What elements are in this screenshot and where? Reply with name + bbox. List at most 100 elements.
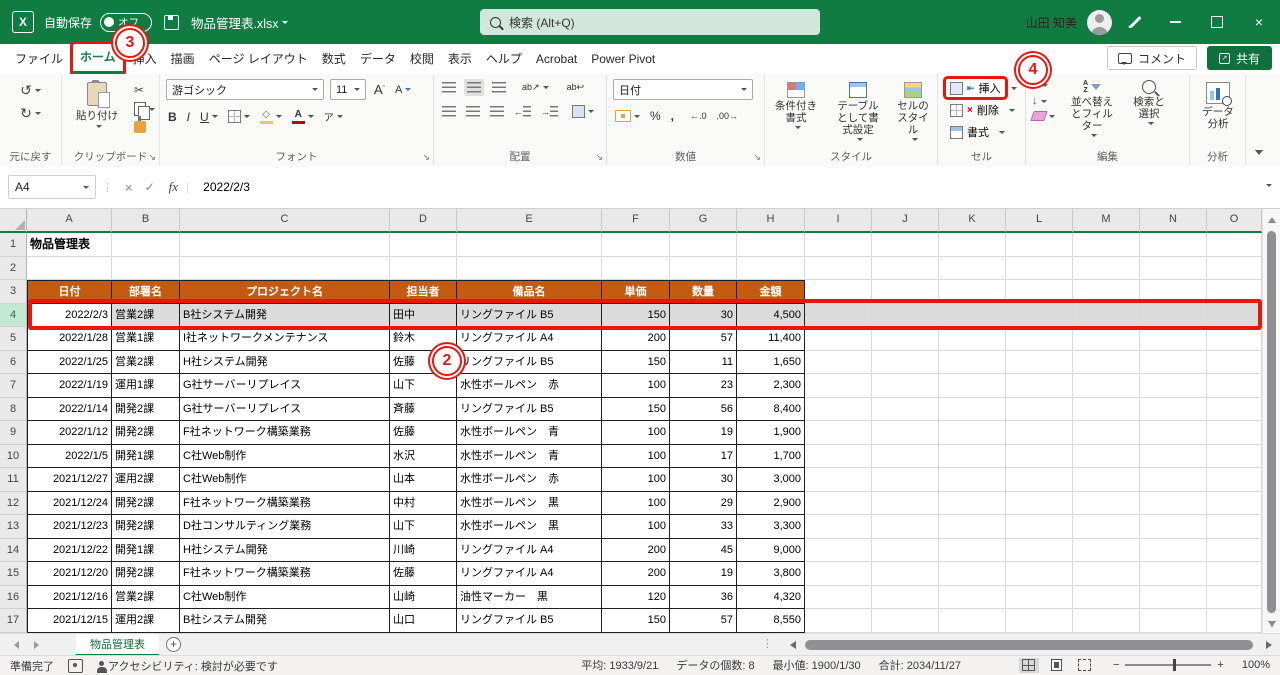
cell-L2[interactable] bbox=[1006, 257, 1073, 281]
cell-M5[interactable] bbox=[1073, 327, 1140, 351]
number-format-select[interactable]: 日付 bbox=[613, 79, 753, 100]
cell-A8[interactable]: 2022/1/14 bbox=[27, 398, 112, 422]
cell-G11[interactable]: 30 bbox=[670, 468, 737, 492]
row-header-5[interactable]: 5 bbox=[0, 327, 27, 351]
search-input[interactable]: 検索 (Alt+Q) bbox=[480, 9, 820, 35]
cell-H9[interactable]: 1,900 bbox=[737, 421, 805, 445]
phonetic-guide-button[interactable]: ア bbox=[322, 109, 345, 124]
cell-O2[interactable] bbox=[1207, 257, 1262, 281]
dialog-launcher-icon[interactable]: ↘ bbox=[422, 152, 430, 163]
cell-I5[interactable] bbox=[805, 327, 872, 351]
cell-K4[interactable] bbox=[939, 304, 1006, 328]
redo-button[interactable]: ↻ bbox=[20, 105, 41, 122]
cell-G13[interactable]: 33 bbox=[670, 515, 737, 539]
normal-view-button[interactable] bbox=[1019, 658, 1039, 673]
cell-H3[interactable]: 金額 bbox=[737, 280, 805, 304]
cell-A10[interactable]: 2022/1/5 bbox=[27, 445, 112, 469]
column-header-M[interactable]: M bbox=[1073, 209, 1140, 233]
format-painter-button[interactable] bbox=[134, 121, 155, 133]
cell-G16[interactable]: 36 bbox=[670, 586, 737, 610]
cell-F11[interactable]: 100 bbox=[602, 468, 670, 492]
title-dropdown-icon[interactable] bbox=[282, 21, 288, 24]
cell-G6[interactable]: 11 bbox=[670, 351, 737, 375]
cell-H17[interactable]: 8,550 bbox=[737, 609, 805, 633]
paste-button[interactable]: 貼り付け bbox=[70, 81, 124, 133]
cell-I14[interactable] bbox=[805, 539, 872, 563]
cell-F7[interactable]: 100 bbox=[602, 374, 670, 398]
row-header-17[interactable]: 17 bbox=[0, 609, 27, 633]
clear-button[interactable] bbox=[1032, 111, 1055, 121]
cell-C12[interactable]: F社ネットワーク構築業務 bbox=[180, 492, 390, 516]
cell-M2[interactable] bbox=[1073, 257, 1140, 281]
cell-C14[interactable]: H社システム開発 bbox=[180, 539, 390, 563]
cell-D3[interactable]: 担当者 bbox=[390, 280, 457, 304]
cell-A9[interactable]: 2022/1/12 bbox=[27, 421, 112, 445]
cell-J5[interactable] bbox=[872, 327, 939, 351]
cell-E8[interactable]: リングファイル B5 bbox=[457, 398, 602, 422]
cell-N6[interactable] bbox=[1140, 351, 1207, 375]
cell-D2[interactable] bbox=[390, 257, 457, 281]
cell-D11[interactable]: 山本 bbox=[390, 468, 457, 492]
row-header-4[interactable]: 4 bbox=[0, 304, 27, 328]
cell-B5[interactable]: 営業1課 bbox=[112, 327, 180, 351]
copy-button[interactable] bbox=[134, 102, 155, 116]
column-header-C[interactable]: C bbox=[180, 209, 390, 233]
align-left-button[interactable] bbox=[440, 106, 458, 117]
cell-B14[interactable]: 開発1課 bbox=[112, 539, 180, 563]
underline-button[interactable]: U bbox=[198, 110, 220, 124]
cell-K16[interactable] bbox=[939, 586, 1006, 610]
cell-I8[interactable] bbox=[805, 398, 872, 422]
column-header-J[interactable]: J bbox=[872, 209, 939, 233]
row-header-12[interactable]: 12 bbox=[0, 492, 27, 516]
cell-H11[interactable]: 3,000 bbox=[737, 468, 805, 492]
ribbon-tab-8[interactable]: 表示 bbox=[441, 44, 479, 74]
cell-O15[interactable] bbox=[1207, 562, 1262, 586]
cell-I1[interactable] bbox=[805, 233, 872, 257]
cell-N16[interactable] bbox=[1140, 586, 1207, 610]
ribbon-tab-4[interactable]: ページ レイアウト bbox=[202, 44, 315, 74]
cell-N2[interactable] bbox=[1140, 257, 1207, 281]
new-sheet-button[interactable]: + bbox=[166, 637, 181, 652]
cell-I17[interactable] bbox=[805, 609, 872, 633]
cell-J3[interactable] bbox=[872, 280, 939, 304]
cell-L4[interactable] bbox=[1006, 304, 1073, 328]
name-box[interactable]: A4 bbox=[8, 175, 96, 199]
cell-D10[interactable]: 水沢 bbox=[390, 445, 457, 469]
scroll-down-icon[interactable] bbox=[1268, 621, 1276, 627]
cell-C2[interactable] bbox=[180, 257, 390, 281]
row-header-11[interactable]: 11 bbox=[0, 468, 27, 492]
cell-O11[interactable] bbox=[1207, 468, 1262, 492]
column-header-O[interactable]: O bbox=[1207, 209, 1262, 233]
format-cells-button[interactable]: 書式 bbox=[946, 123, 993, 141]
cell-J10[interactable] bbox=[872, 445, 939, 469]
cell-F9[interactable]: 100 bbox=[602, 421, 670, 445]
cell-K3[interactable] bbox=[939, 280, 1006, 304]
cell-I13[interactable] bbox=[805, 515, 872, 539]
cell-E12[interactable]: 水性ボールペン 黒 bbox=[457, 492, 602, 516]
cell-H14[interactable]: 9,000 bbox=[737, 539, 805, 563]
align-bottom-button[interactable] bbox=[490, 82, 508, 93]
cell-K11[interactable] bbox=[939, 468, 1006, 492]
cell-K9[interactable] bbox=[939, 421, 1006, 445]
cell-M17[interactable] bbox=[1073, 609, 1140, 633]
cell-E15[interactable]: リングファイル A4 bbox=[457, 562, 602, 586]
font-size-select[interactable]: 11 bbox=[330, 79, 366, 100]
cell-A13[interactable]: 2021/12/23 bbox=[27, 515, 112, 539]
align-middle-button[interactable] bbox=[464, 79, 484, 96]
currency-format-button[interactable] bbox=[613, 110, 642, 122]
cell-N3[interactable] bbox=[1140, 280, 1207, 304]
cell-A3[interactable]: 日付 bbox=[27, 280, 112, 304]
cell-F5[interactable]: 200 bbox=[602, 327, 670, 351]
cell-O6[interactable] bbox=[1207, 351, 1262, 375]
insert-cells-button[interactable]: ⇤ 挿入 bbox=[946, 79, 1005, 97]
cell-H5[interactable]: 11,400 bbox=[737, 327, 805, 351]
cell-F6[interactable]: 150 bbox=[602, 351, 670, 375]
cell-J7[interactable] bbox=[872, 374, 939, 398]
cell-I2[interactable] bbox=[805, 257, 872, 281]
ribbon-tab-10[interactable]: Acrobat bbox=[529, 44, 584, 74]
next-sheet-icon[interactable] bbox=[34, 641, 39, 649]
cell-N5[interactable] bbox=[1140, 327, 1207, 351]
share-button[interactable]: ↗ 共有 bbox=[1207, 46, 1272, 70]
italic-button[interactable]: I bbox=[185, 110, 192, 124]
cell-O14[interactable] bbox=[1207, 539, 1262, 563]
